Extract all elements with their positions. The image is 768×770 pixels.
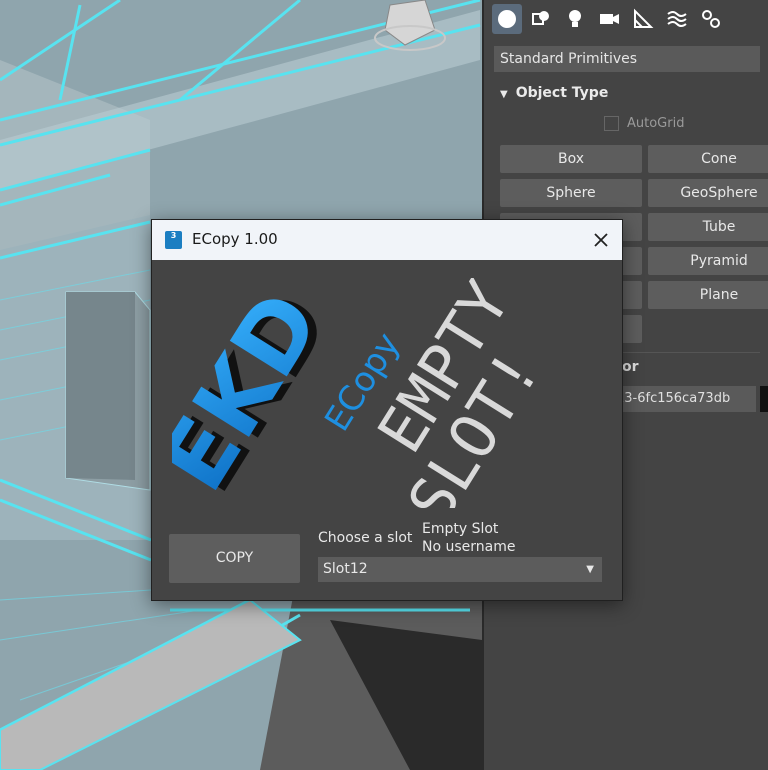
camera-icon[interactable] bbox=[594, 4, 624, 34]
plane-button[interactable]: Plane bbox=[648, 281, 768, 309]
object-type-rollout[interactable]: ▼ Object Type bbox=[500, 85, 608, 101]
app-icon: 3 bbox=[165, 231, 182, 249]
close-icon bbox=[594, 233, 608, 247]
autogrid-checkbox[interactable]: AutoGrid bbox=[604, 116, 684, 131]
ekd-ecopy-logo: EKD EKD ECopy EMPTY SLOT! bbox=[172, 278, 554, 508]
cone-button[interactable]: Cone bbox=[648, 145, 768, 173]
geosphere-button[interactable]: GeoSphere bbox=[648, 179, 768, 207]
panel-toolbar bbox=[492, 4, 726, 38]
object-name-field[interactable]: 13-6fc156ca73db bbox=[612, 386, 756, 412]
systems-icon[interactable] bbox=[696, 4, 726, 34]
slot-selected-value: Slot12 bbox=[323, 561, 368, 577]
dialog-title: ECopy 1.00 bbox=[192, 230, 278, 248]
slot-username: No username bbox=[422, 539, 516, 555]
close-button[interactable] bbox=[588, 227, 614, 253]
checkbox-icon bbox=[604, 116, 619, 131]
object-type-title: Object Type bbox=[515, 85, 609, 101]
shapes-icon[interactable] bbox=[526, 4, 556, 34]
pyramid-button[interactable]: Pyramid bbox=[648, 247, 768, 275]
copy-button[interactable]: COPY bbox=[169, 534, 300, 583]
slot-status: Empty Slot bbox=[422, 521, 499, 537]
create-sphere-icon[interactable] bbox=[492, 4, 522, 34]
helper-icon[interactable] bbox=[628, 4, 658, 34]
light-icon[interactable] bbox=[560, 4, 590, 34]
spacewarps-icon[interactable] bbox=[662, 4, 692, 34]
sphere-button[interactable]: Sphere bbox=[500, 179, 642, 207]
object-color-swatch[interactable] bbox=[760, 386, 768, 412]
collapse-arrow-icon: ▼ bbox=[500, 89, 508, 100]
name-and-color-title: or bbox=[622, 359, 639, 375]
slot-dropdown[interactable]: Slot12 ▼ bbox=[318, 557, 602, 582]
box-button[interactable]: Box bbox=[500, 145, 642, 173]
choose-slot-label: Choose a slot bbox=[318, 530, 413, 546]
ecopy-dialog: 3 ECopy 1.00 EKD EKD ECopy EMPTY SLOT! C… bbox=[151, 219, 623, 601]
tube-button[interactable]: Tube bbox=[648, 213, 768, 241]
category-dropdown[interactable]: Standard Primitives bbox=[494, 46, 760, 72]
chevron-down-icon: ▼ bbox=[586, 564, 594, 575]
dialog-titlebar[interactable]: 3 ECopy 1.00 bbox=[152, 220, 622, 260]
autogrid-label: AutoGrid bbox=[627, 116, 685, 131]
